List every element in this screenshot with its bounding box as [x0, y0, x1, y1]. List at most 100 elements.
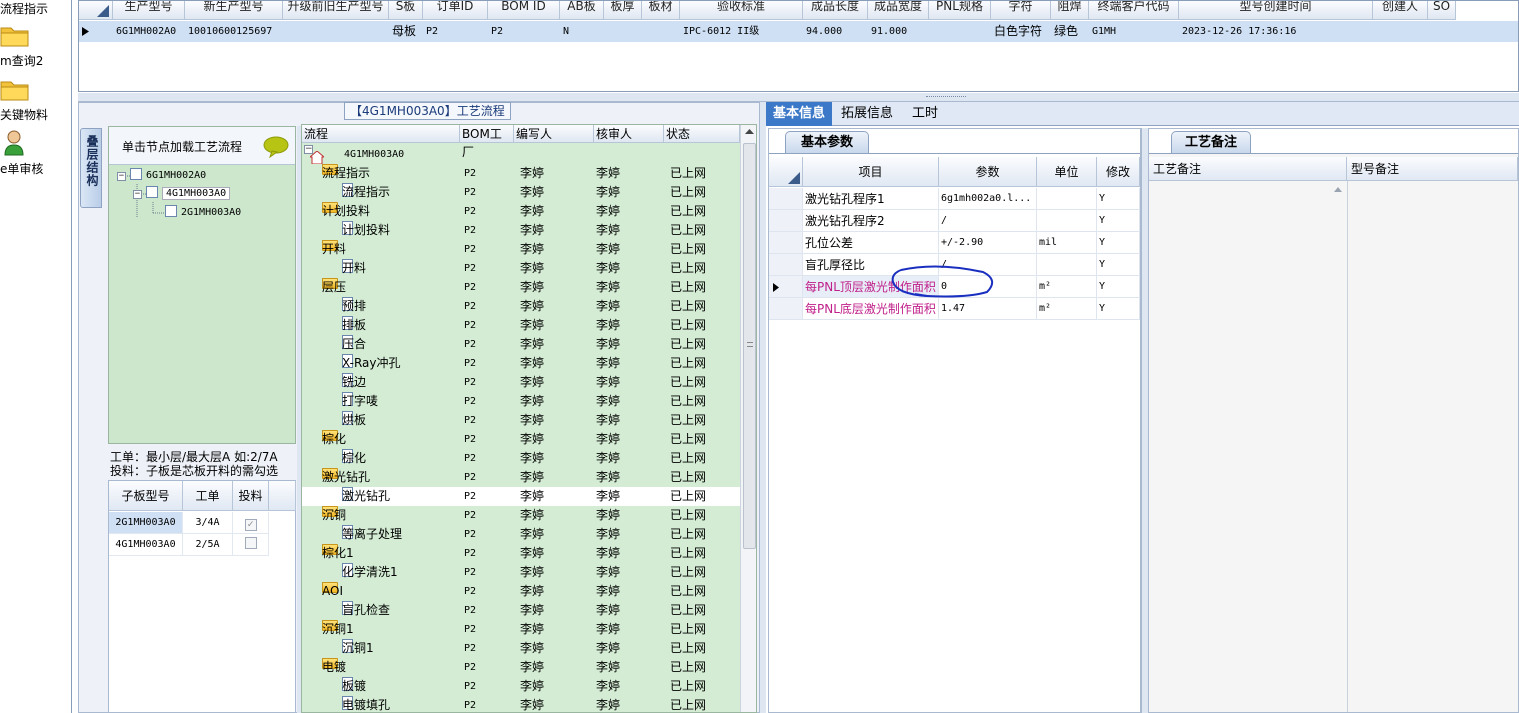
process-step-row[interactable]: 等离子处理 P2 李婷 李婷 已上网: [302, 525, 740, 544]
param-modify[interactable]: Y: [1097, 188, 1140, 210]
process-step-row[interactable]: 流程指示 P2 李婷 李婷 已上网: [302, 183, 740, 202]
scroll-up-icon[interactable]: [741, 125, 757, 139]
process-group-row[interactable]: −层压P2李婷李婷已上网: [302, 278, 740, 297]
row-indicator[interactable]: [769, 276, 803, 298]
col-header[interactable]: 字符: [991, 1, 1051, 20]
tree-node-selected[interactable]: − 4G1MH003A0: [133, 186, 231, 202]
tab-stack-structure[interactable]: 叠层结构: [80, 128, 102, 208]
param-value[interactable]: +/-2.90: [939, 232, 1037, 254]
cell-customer[interactable]: G1MH: [1089, 21, 1179, 42]
col-header[interactable]: BOM ID: [488, 1, 560, 20]
row-indicator[interactable]: [769, 188, 803, 210]
cell-sub-order[interactable]: 2/5A: [183, 534, 233, 556]
process-step-row[interactable]: 板镀 P2 李婷 李婷 已上网: [302, 677, 740, 696]
col-header[interactable]: AB板: [560, 1, 604, 20]
col-header[interactable]: 单位: [1037, 157, 1097, 187]
col-header[interactable]: 项目: [803, 157, 939, 187]
process-step-row[interactable]: 预排 P2 李婷 李婷 已上网: [302, 297, 740, 316]
tab-work-hours[interactable]: 工时: [902, 102, 948, 126]
param-modify[interactable]: Y: [1097, 210, 1140, 232]
param-item[interactable]: 每PNL底层激光制作面积: [803, 298, 939, 320]
process-step-row[interactable]: 电镀填孔 P2 李婷 李婷 已上网: [302, 696, 740, 712]
param-value[interactable]: 6g1mh002a0.l...: [939, 188, 1037, 210]
cell-bom-id[interactable]: P2: [488, 21, 560, 42]
process-step-row[interactable]: 化学清洗1 P2 李婷 李婷 已上网: [302, 563, 740, 582]
process-group-row[interactable]: −计划投料P2李婷李婷已上网: [302, 202, 740, 221]
col-header[interactable]: 子板型号: [109, 481, 183, 511]
process-group-row[interactable]: −沉铜P2李婷李婷已上网: [302, 506, 740, 525]
process-step-row[interactable]: 沉铜1 P2 李婷 李婷 已上网: [302, 639, 740, 658]
scroll-up-icon[interactable]: [1333, 185, 1343, 193]
splitter-grip[interactable]: [926, 96, 966, 99]
process-group-row[interactable]: −开料P2李婷李婷已上网: [302, 240, 740, 259]
vertical-splitter[interactable]: [759, 102, 766, 713]
scroll-thumb[interactable]: [743, 143, 756, 549]
col-header[interactable]: 创建人: [1373, 1, 1428, 20]
tree-node[interactable]: − 6G1MH002A0: [117, 168, 206, 184]
nav-item-process[interactable]: 流程指示: [0, 0, 72, 17]
cell-mask[interactable]: 绿色: [1051, 21, 1089, 42]
cell-sub-feed[interactable]: ✓: [233, 512, 269, 534]
nav-item-query[interactable]: m查询2: [0, 52, 72, 69]
process-step-row[interactable]: X-Ray冲孔 P2 李婷 李婷 已上网: [302, 354, 740, 373]
row-indicator[interactable]: [769, 254, 803, 276]
vertical-scrollbar[interactable]: [740, 125, 757, 712]
tab-process-remarks[interactable]: 工艺备注: [1171, 131, 1251, 153]
col-header[interactable]: 新生产型号: [185, 1, 283, 20]
tree-node[interactable]: 2G1MH003A0: [165, 205, 241, 221]
col-header[interactable]: 流程: [302, 125, 460, 143]
col-header[interactable]: 成品宽度: [868, 1, 929, 20]
param-modify[interactable]: Y: [1097, 276, 1140, 298]
process-step-row[interactable]: 棕化 P2 李婷 李婷 已上网: [302, 449, 740, 468]
cell-model[interactable]: 6G1MH002A0: [113, 21, 185, 42]
col-header[interactable]: 型号备注: [1347, 157, 1518, 181]
tab-basic-params[interactable]: 基本参数: [785, 131, 869, 153]
cell-created[interactable]: 2023-12-26 17:36:16: [1179, 21, 1373, 42]
col-header[interactable]: 终端客户代码: [1089, 1, 1179, 20]
cell-width[interactable]: 91.000: [868, 21, 929, 42]
process-step-row[interactable]: 排板 P2 李婷 李婷 已上网: [302, 316, 740, 335]
param-modify[interactable]: Y: [1097, 298, 1140, 320]
col-header[interactable]: 编写人: [514, 125, 594, 143]
vertical-splitter[interactable]: [1141, 128, 1148, 713]
horizontal-splitter[interactable]: [78, 93, 1519, 102]
cell-sub-model[interactable]: 2G1MH003A0: [109, 512, 183, 534]
param-item[interactable]: 激光钻孔程序1: [803, 188, 939, 210]
col-header[interactable]: PNL规格: [929, 1, 991, 20]
cell-length[interactable]: 94.000: [803, 21, 868, 42]
feed-checkbox[interactable]: [244, 537, 257, 549]
col-header[interactable]: BOM工厂: [460, 125, 514, 159]
col-header[interactable]: 阻焊: [1051, 1, 1089, 20]
param-modify[interactable]: Y: [1097, 254, 1140, 276]
process-step-row[interactable]: 铣边 P2 李婷 李婷 已上网: [302, 373, 740, 392]
process-group-row[interactable]: −电镀P2李婷李婷已上网: [302, 658, 740, 677]
col-header[interactable]: 订单ID: [423, 1, 488, 20]
process-step-row[interactable]: 盲孔检查 P2 李婷 李婷 已上网: [302, 601, 740, 620]
cell-legend[interactable]: 白色字符: [991, 21, 1051, 42]
col-header[interactable]: SO: [1428, 1, 1456, 20]
col-header[interactable]: 工艺备注: [1149, 157, 1347, 181]
col-header[interactable]: 工单: [183, 481, 233, 511]
collapse-icon[interactable]: −: [304, 145, 313, 154]
col-header[interactable]: 核审人: [594, 125, 664, 143]
col-header[interactable]: 验收标准: [680, 1, 803, 20]
process-step-row[interactable]: 压合 P2 李婷 李婷 已上网: [302, 335, 740, 354]
param-unit[interactable]: m²: [1037, 276, 1097, 298]
process-step-row[interactable]: 开料 P2 李婷 李婷 已上网: [302, 259, 740, 278]
cell-standard[interactable]: IPC-6012 II级: [680, 21, 803, 42]
cell-s-board[interactable]: 母板: [389, 21, 423, 42]
process-step-row[interactable]: 烘板 P2 李婷 李婷 已上网: [302, 411, 740, 430]
col-header[interactable]: 参数: [939, 157, 1037, 187]
param-unit[interactable]: [1037, 188, 1097, 210]
nav-item-review[interactable]: e单审核: [0, 160, 72, 177]
param-value[interactable]: /: [939, 210, 1037, 232]
param-unit[interactable]: [1037, 254, 1097, 276]
feed-checkbox-checked[interactable]: ✓: [244, 519, 257, 531]
process-group-row[interactable]: −流程指示P2李婷李婷已上网: [302, 164, 740, 183]
collapse-icon[interactable]: −: [117, 172, 126, 181]
col-header[interactable]: 板厚: [604, 1, 642, 20]
process-group-row[interactable]: −AOIP2李婷李婷已上网: [302, 582, 740, 601]
cell-order-id[interactable]: P2: [423, 21, 488, 42]
process-group-row[interactable]: −棕化P2李婷李婷已上网: [302, 430, 740, 449]
tree-root-row[interactable]: − 4G1MH003A0: [302, 145, 740, 164]
